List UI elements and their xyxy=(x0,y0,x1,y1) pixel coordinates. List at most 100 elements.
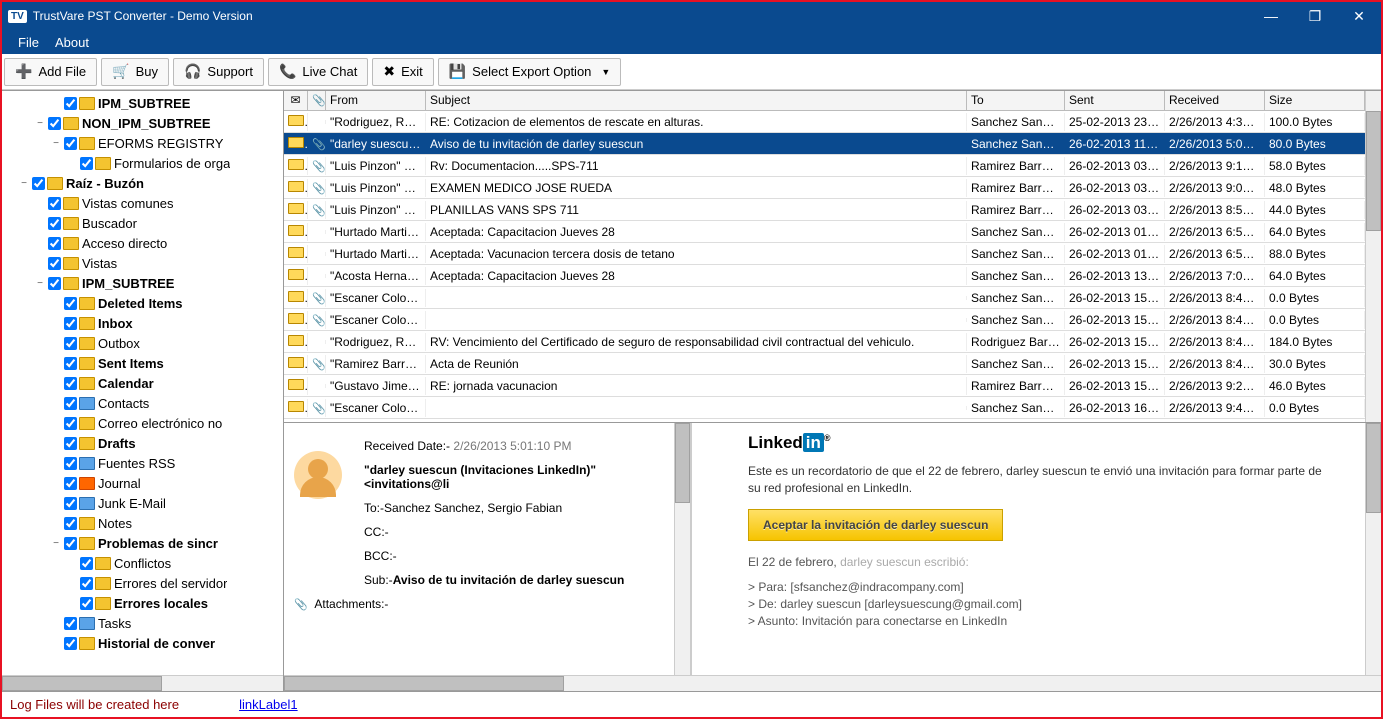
tree-node[interactable]: Sent Items xyxy=(2,353,283,373)
table-row[interactable]: 📎"darley suescun (...Aviso de tu invitac… xyxy=(284,133,1365,155)
menu-file[interactable]: File xyxy=(18,35,39,50)
table-row[interactable]: 📎"Escaner Colomb...Sanchez Sanche...26-0… xyxy=(284,309,1365,331)
tree-checkbox[interactable] xyxy=(80,557,93,570)
tree-checkbox[interactable] xyxy=(64,137,77,150)
expand-toggle[interactable]: − xyxy=(18,178,30,189)
tree-checkbox[interactable] xyxy=(80,577,93,590)
tree-checkbox[interactable] xyxy=(64,297,77,310)
preview-horizontal-scrollbar[interactable] xyxy=(284,675,1381,691)
tree-checkbox[interactable] xyxy=(48,277,61,290)
scrollbar-thumb[interactable] xyxy=(1366,423,1381,513)
tree-node[interactable]: Journal xyxy=(2,473,283,493)
maximize-button[interactable]: ❐ xyxy=(1293,2,1337,30)
tree-node[interactable]: Errores del servidor xyxy=(2,573,283,593)
accept-invitation-button[interactable]: Aceptar la invitación de darley suescun xyxy=(748,509,1003,541)
col-icon[interactable]: ✉ xyxy=(284,91,308,110)
tree-checkbox[interactable] xyxy=(80,597,93,610)
tree-checkbox[interactable] xyxy=(64,537,77,550)
table-row[interactable]: "Gustavo Jimene...RE: jornada vacunacion… xyxy=(284,375,1365,397)
add-file-button[interactable]: ➕Add File xyxy=(4,58,97,86)
tree-checkbox[interactable] xyxy=(64,497,77,510)
col-received[interactable]: Received xyxy=(1165,91,1265,110)
table-row[interactable]: 📎"Luis Pinzon" <lui...EXAMEN MEDICO JOSE… xyxy=(284,177,1365,199)
tree-checkbox[interactable] xyxy=(48,197,61,210)
exit-button[interactable]: ✖Exit xyxy=(372,58,433,86)
col-sent[interactable]: Sent xyxy=(1065,91,1165,110)
table-row[interactable]: 📎"Escaner Colomb...Sanchez Sanche...26-0… xyxy=(284,287,1365,309)
minimize-button[interactable]: — xyxy=(1249,2,1293,30)
tree-node[interactable]: Buscador xyxy=(2,213,283,233)
table-row[interactable]: "Acosta Hernand...Aceptada: Capacitacion… xyxy=(284,265,1365,287)
tree-checkbox[interactable] xyxy=(64,637,77,650)
tree-node[interactable]: IPM_SUBTREE xyxy=(2,93,283,113)
grid-vertical-scrollbar[interactable] xyxy=(1365,91,1381,422)
tree-checkbox[interactable] xyxy=(48,237,61,250)
export-option-button[interactable]: 💾Select Export Option▼ xyxy=(438,58,622,86)
tree-node[interactable]: Calendar xyxy=(2,373,283,393)
tree-checkbox[interactable] xyxy=(32,177,45,190)
tree-node[interactable]: Vistas comunes xyxy=(2,193,283,213)
tree-checkbox[interactable] xyxy=(64,97,77,110)
tree-checkbox[interactable] xyxy=(48,257,61,270)
table-row[interactable]: "Hurtado Martine...Aceptada: Capacitacio… xyxy=(284,221,1365,243)
tree-node[interactable]: Historial de conver xyxy=(2,633,283,653)
expand-toggle[interactable]: − xyxy=(50,138,62,149)
tree-node[interactable]: Junk E-Mail xyxy=(2,493,283,513)
tree-node[interactable]: Errores locales xyxy=(2,593,283,613)
scrollbar-thumb[interactable] xyxy=(284,676,564,691)
preview-left-scrollbar[interactable] xyxy=(674,423,690,675)
live-chat-button[interactable]: 📞Live Chat xyxy=(268,58,368,86)
tree-node[interactable]: −IPM_SUBTREE xyxy=(2,273,283,293)
tree-node[interactable]: −Raíz - Buzón xyxy=(2,173,283,193)
tree-checkbox[interactable] xyxy=(48,117,61,130)
tree-node[interactable]: −NON_IPM_SUBTREE xyxy=(2,113,283,133)
expand-toggle[interactable]: − xyxy=(34,278,46,289)
tree-node[interactable]: Vistas xyxy=(2,253,283,273)
tree-node[interactable]: −Problemas de sincr xyxy=(2,533,283,553)
tree-checkbox[interactable] xyxy=(48,217,61,230)
buy-button[interactable]: 🛒Buy xyxy=(101,58,169,86)
table-row[interactable]: "Hurtado Martine...Aceptada: Vacunacion … xyxy=(284,243,1365,265)
tree-node[interactable]: Deleted Items xyxy=(2,293,283,313)
table-row[interactable]: 📎"Luis Pinzon" <lui...PLANILLAS VANS SPS… xyxy=(284,199,1365,221)
tree-horizontal-scrollbar[interactable] xyxy=(2,675,283,691)
tree-node[interactable]: Drafts xyxy=(2,433,283,453)
status-link[interactable]: linkLabel1 xyxy=(239,697,298,712)
table-row[interactable]: "Rodriguez, Roci...RV: Vencimiento del C… xyxy=(284,331,1365,353)
table-row[interactable]: 📎"Luis Pinzon" <lui...Rv: Documentacion.… xyxy=(284,155,1365,177)
tree-node[interactable]: Fuentes RSS xyxy=(2,453,283,473)
tree-checkbox[interactable] xyxy=(64,417,77,430)
tree-checkbox[interactable] xyxy=(64,377,77,390)
tree-checkbox[interactable] xyxy=(64,477,77,490)
expand-toggle[interactable]: − xyxy=(34,118,46,129)
scrollbar-thumb[interactable] xyxy=(675,423,690,503)
tree-checkbox[interactable] xyxy=(80,157,93,170)
tree-node[interactable]: Outbox xyxy=(2,333,283,353)
tree-checkbox[interactable] xyxy=(64,397,77,410)
menu-about[interactable]: About xyxy=(55,35,89,50)
tree-node[interactable]: Acceso directo xyxy=(2,233,283,253)
expand-toggle[interactable]: − xyxy=(50,538,62,549)
col-size[interactable]: Size xyxy=(1265,91,1365,110)
col-attachment[interactable]: 📎 xyxy=(308,91,326,110)
scrollbar-thumb[interactable] xyxy=(1366,111,1381,231)
tree-checkbox[interactable] xyxy=(64,457,77,470)
tree-node[interactable]: Notes xyxy=(2,513,283,533)
col-from[interactable]: From xyxy=(326,91,426,110)
col-to[interactable]: To xyxy=(967,91,1065,110)
close-button[interactable]: ✕ xyxy=(1337,2,1381,30)
tree-node[interactable]: Correo electrónico no xyxy=(2,413,283,433)
table-row[interactable]: 📎"Ramirez Barrera,...Acta de ReuniónSanc… xyxy=(284,353,1365,375)
tree-checkbox[interactable] xyxy=(64,517,77,530)
tree-node[interactable]: −EFORMS REGISTRY xyxy=(2,133,283,153)
tree-node[interactable]: Formularios de orga xyxy=(2,153,283,173)
tree-checkbox[interactable] xyxy=(64,337,77,350)
tree-checkbox[interactable] xyxy=(64,357,77,370)
support-button[interactable]: 🎧Support xyxy=(173,58,264,86)
preview-right-scrollbar[interactable] xyxy=(1365,423,1381,675)
table-row[interactable]: "Rodriguez, Roci...RE: Cotizacion de ele… xyxy=(284,111,1365,133)
tree-checkbox[interactable] xyxy=(64,317,77,330)
col-subject[interactable]: Subject xyxy=(426,91,967,110)
tree-checkbox[interactable] xyxy=(64,617,77,630)
folder-tree[interactable]: IPM_SUBTREE−NON_IPM_SUBTREE−EFORMS REGIS… xyxy=(2,91,283,675)
